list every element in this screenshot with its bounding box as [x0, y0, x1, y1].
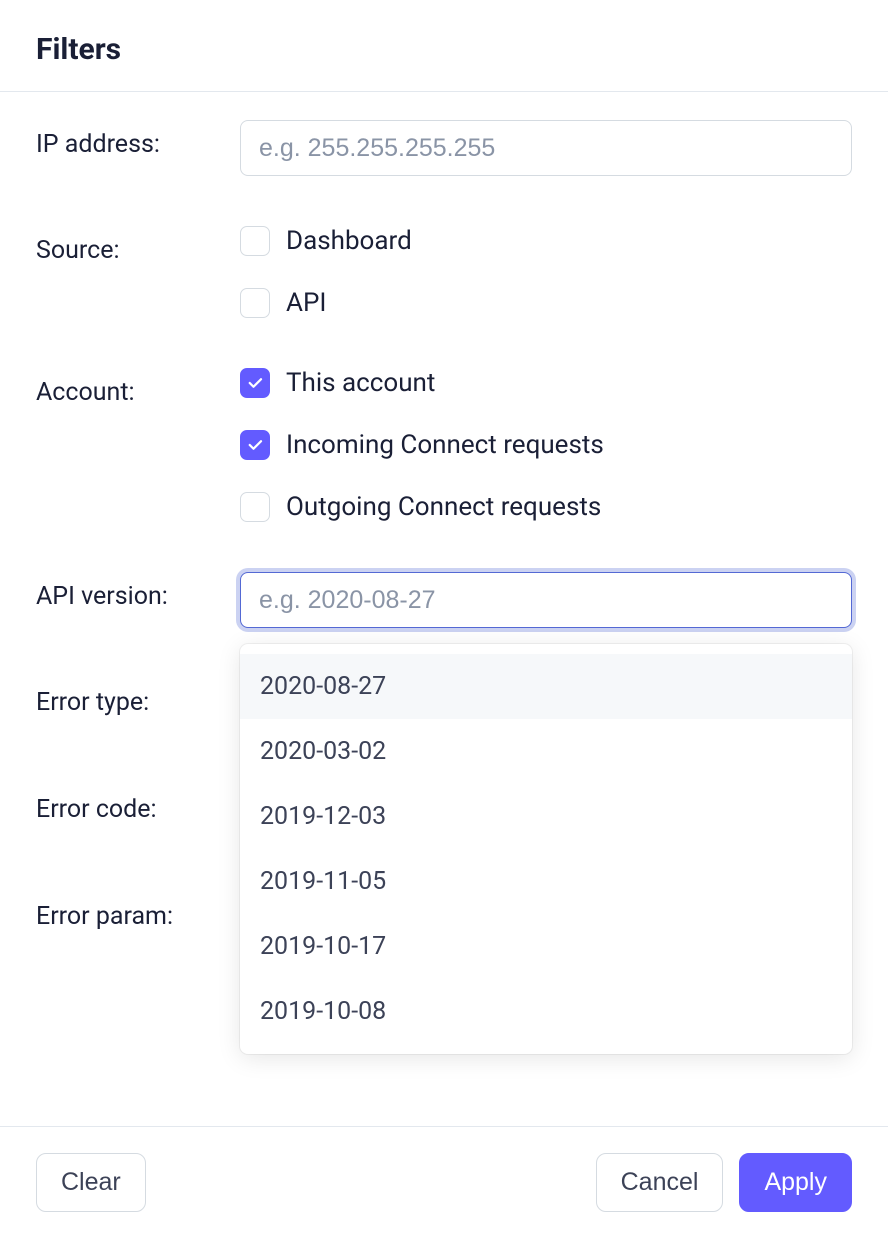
- field-source: Source: Dashboard API: [36, 226, 852, 318]
- ip-address-input[interactable]: [240, 120, 852, 176]
- api-version-input[interactable]: [240, 572, 852, 628]
- source-label: Source:: [36, 226, 240, 265]
- checkbox-box: [240, 368, 270, 398]
- checkbox-source-api[interactable]: API: [240, 288, 852, 318]
- filters-header: Filters: [0, 0, 888, 92]
- field-ip-address: IP address:: [36, 120, 852, 176]
- checkbox-account-outgoing[interactable]: Outgoing Connect requests: [240, 492, 852, 522]
- checkbox-box: [240, 492, 270, 522]
- dropdown-item[interactable]: 2020-08-27: [240, 654, 852, 719]
- checkbox-label: API: [286, 288, 326, 318]
- checkbox-label: Outgoing Connect requests: [286, 492, 601, 522]
- checkbox-source-dashboard[interactable]: Dashboard: [240, 226, 852, 256]
- account-label: Account:: [36, 368, 240, 407]
- cancel-button[interactable]: Cancel: [596, 1153, 724, 1212]
- checkbox-account-incoming[interactable]: Incoming Connect requests: [240, 430, 852, 460]
- checkbox-label: Dashboard: [286, 226, 412, 256]
- error-param-label: Error param:: [36, 892, 240, 931]
- checkbox-account-this[interactable]: This account: [240, 368, 852, 398]
- field-account: Account: This account Incoming Connect r…: [36, 368, 852, 522]
- dropdown-item[interactable]: 2019-12-03: [240, 784, 852, 849]
- error-code-label: Error code:: [36, 785, 240, 824]
- apply-button[interactable]: Apply: [739, 1153, 852, 1212]
- field-api-version: API version: 2020-08-27 2020-03-02 2019-…: [36, 572, 852, 628]
- checkbox-label: Incoming Connect requests: [286, 430, 604, 460]
- api-version-dropdown: 2020-08-27 2020-03-02 2019-12-03 2019-11…: [240, 644, 852, 1054]
- error-type-label: Error type:: [36, 678, 240, 717]
- clear-button[interactable]: Clear: [36, 1153, 146, 1212]
- checkbox-box: [240, 430, 270, 460]
- filters-footer: Clear Cancel Apply: [0, 1126, 888, 1238]
- check-icon: [246, 436, 264, 454]
- dropdown-item[interactable]: 2019-11-05: [240, 849, 852, 914]
- checkbox-box: [240, 226, 270, 256]
- dropdown-item[interactable]: 2019-10-08: [240, 979, 852, 1044]
- dropdown-item[interactable]: 2019-10-17: [240, 914, 852, 979]
- checkbox-label: This account: [286, 368, 435, 398]
- dropdown-item[interactable]: 2020-03-02: [240, 719, 852, 784]
- ip-address-label: IP address:: [36, 120, 240, 159]
- filters-content: IP address: Source: Dashboard API: [0, 92, 888, 931]
- check-icon: [246, 374, 264, 392]
- page-title: Filters: [36, 32, 852, 67]
- checkbox-box: [240, 288, 270, 318]
- api-version-label: API version:: [36, 572, 240, 611]
